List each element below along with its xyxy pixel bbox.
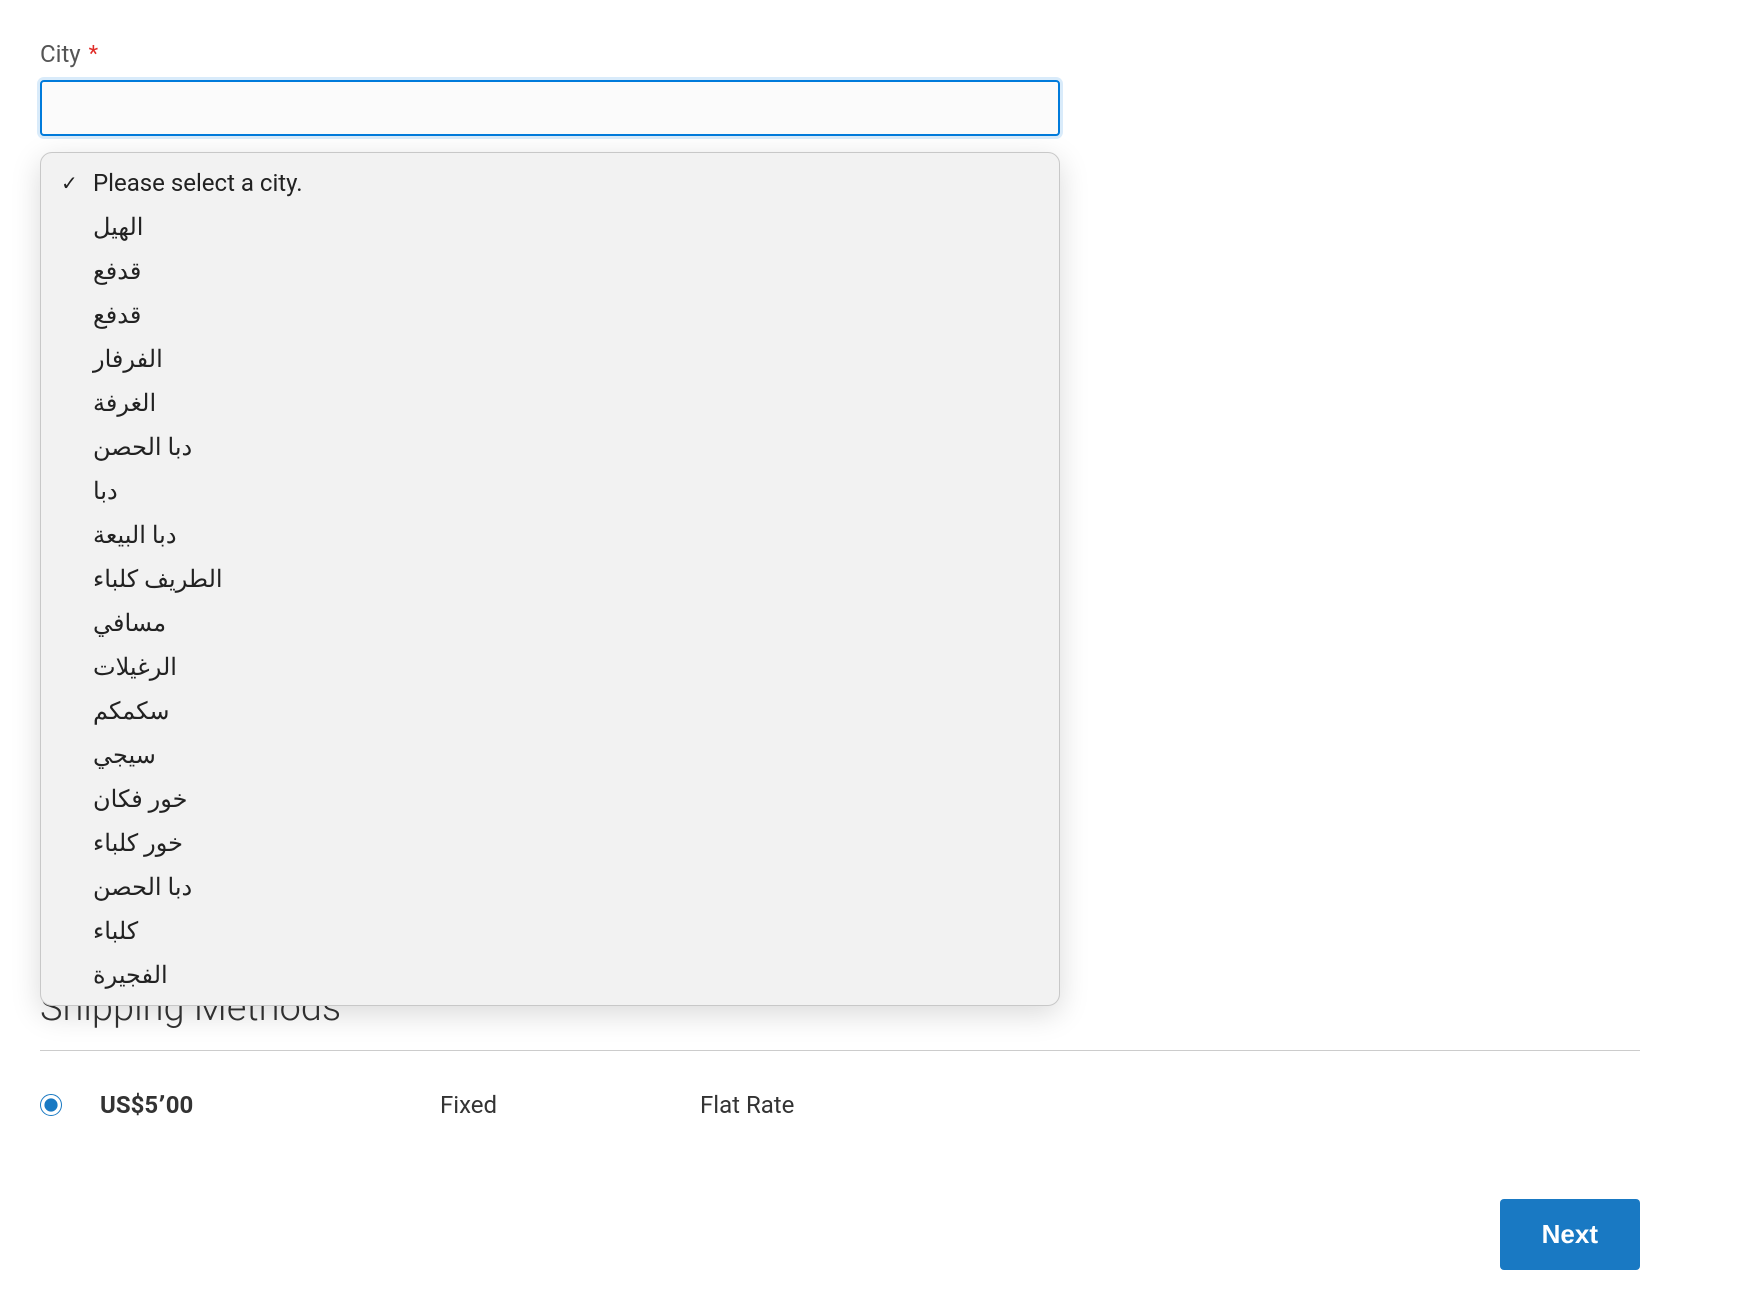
shipping-price: US$5٬00 xyxy=(100,1091,440,1119)
shipping-carrier-name: Flat Rate xyxy=(700,1091,794,1119)
city-option[interactable]: دبا الحصن xyxy=(41,425,1059,469)
city-option[interactable]: خور فكان xyxy=(41,777,1059,821)
city-option[interactable]: دبا البيعة xyxy=(41,513,1059,557)
city-field-label: City * xyxy=(40,40,1640,68)
city-option[interactable]: سيجي xyxy=(41,733,1059,777)
city-dropdown-panel: Please select a city. الهيل قدفع قدفع ال… xyxy=(40,152,1060,1006)
city-option[interactable]: مسافي xyxy=(41,601,1059,645)
city-option[interactable]: الفرفار xyxy=(41,337,1059,381)
city-select[interactable] xyxy=(40,80,1060,136)
city-option[interactable]: دبا xyxy=(41,469,1059,513)
required-asterisk: * xyxy=(89,42,98,67)
city-option[interactable]: الغرفة xyxy=(41,381,1059,425)
shipping-method-radio[interactable] xyxy=(40,1094,62,1116)
city-option[interactable]: قدفع xyxy=(41,293,1059,337)
city-option[interactable]: الرغيلات xyxy=(41,645,1059,689)
city-option[interactable]: الهيل xyxy=(41,205,1059,249)
shipping-method-name: Fixed xyxy=(440,1091,700,1119)
city-option[interactable]: خور كلباء xyxy=(41,821,1059,865)
city-option[interactable]: الطريف كلباء xyxy=(41,557,1059,601)
city-option-placeholder[interactable]: Please select a city. xyxy=(41,161,1059,205)
city-option[interactable]: سكمكم xyxy=(41,689,1059,733)
city-option[interactable]: قدفع xyxy=(41,249,1059,293)
shipping-method-row[interactable]: US$5٬00 Fixed Flat Rate xyxy=(40,1091,1640,1139)
shipping-divider xyxy=(40,1050,1640,1051)
next-button[interactable]: Next xyxy=(1500,1199,1640,1270)
city-option[interactable]: دبا الحصن xyxy=(41,865,1059,909)
city-option[interactable]: الفجيرة xyxy=(41,953,1059,997)
city-option[interactable]: كلباء xyxy=(41,909,1059,953)
city-label-text: City xyxy=(40,40,81,68)
